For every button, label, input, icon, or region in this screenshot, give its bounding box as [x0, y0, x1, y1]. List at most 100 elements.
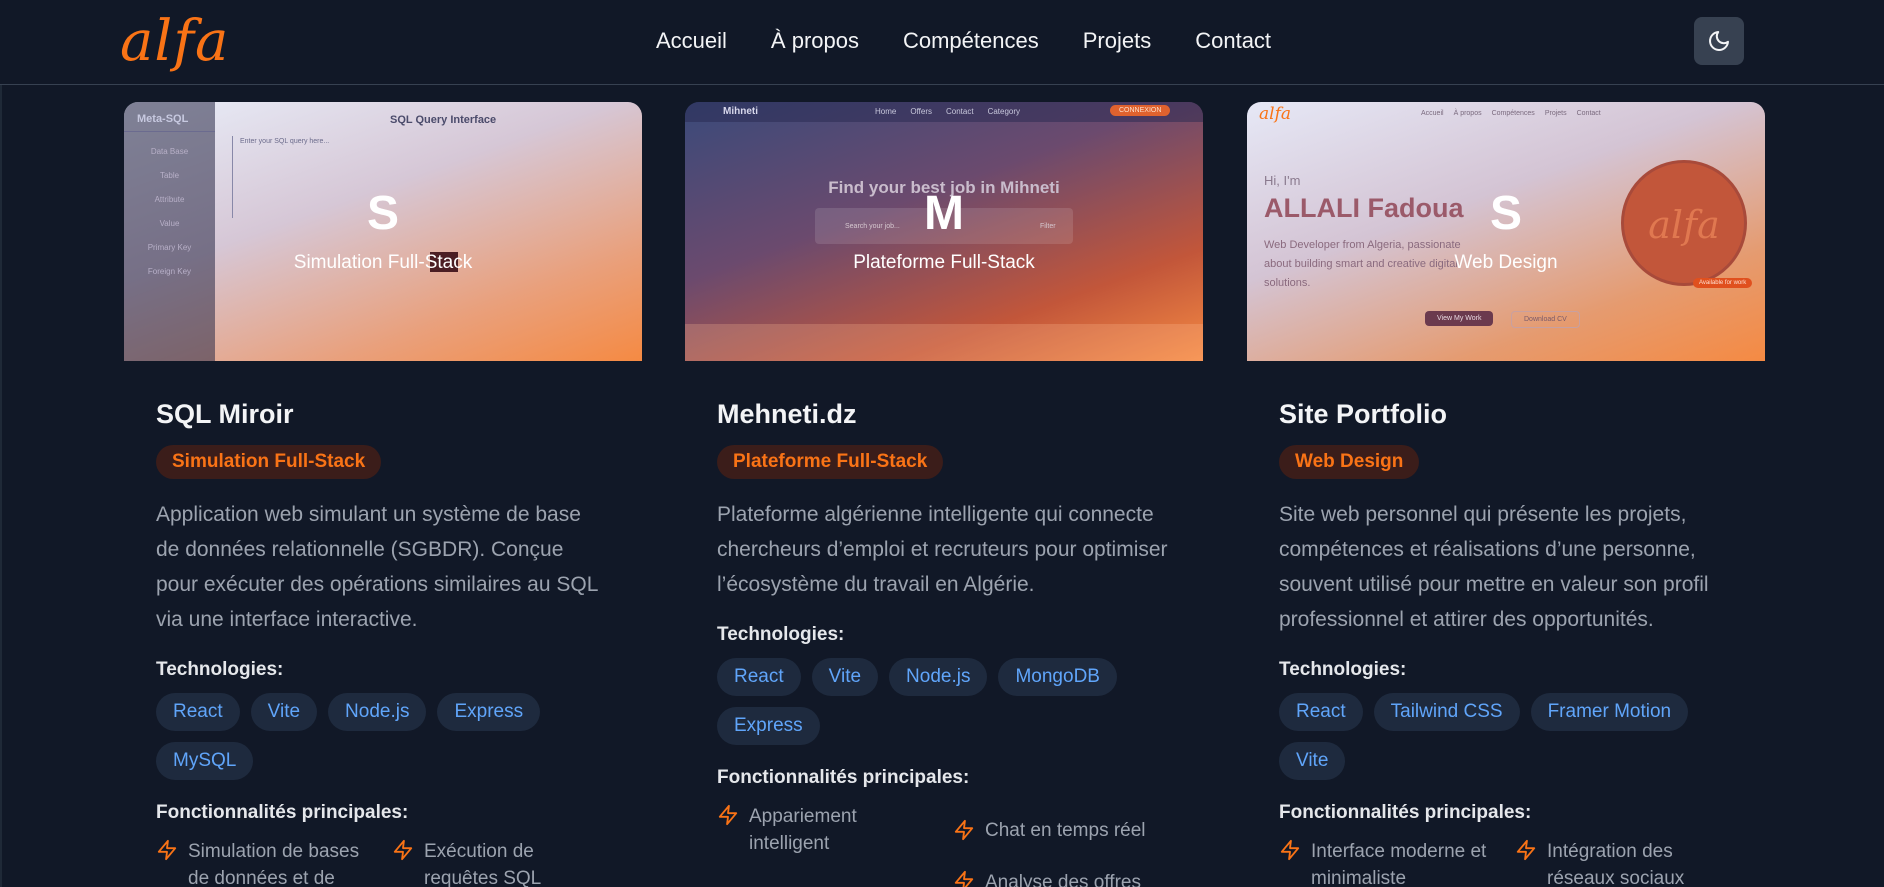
tech-tag: Tailwind CSS [1373, 693, 1520, 731]
thumbnail-category: Web Design [1454, 252, 1558, 273]
tech-tag: MongoDB [998, 658, 1117, 696]
tech-tag: Vite [1279, 742, 1346, 780]
features-label: Fonctionnalités principales: [156, 802, 409, 823]
technologies-label: Technologies: [156, 659, 284, 680]
mock-bottom-strip [685, 324, 1203, 361]
project-thumbnail[interactable]: Meta-SQL Data Base Table Attribute Value… [124, 102, 642, 361]
thumbnail-category: Simulation Full-Stack [293, 252, 473, 273]
mock-connexion-button: CONNEXION [1110, 105, 1171, 116]
project-title: SQL Miroir [156, 399, 294, 429]
mock-menu-item: Primary Key [147, 243, 192, 252]
card-body: Mehneti.dz Plateforme Full-Stack Platefo… [685, 396, 1203, 887]
project-description: Site web personnel qui présente les proj… [1279, 503, 1709, 631]
mock-menu-item: Data Base [150, 147, 189, 156]
mock-nav: Home Offers Contact Category [875, 107, 1020, 116]
tech-tag: MySQL [156, 742, 254, 780]
mock-logo: alfa [1259, 104, 1291, 124]
feature-item: Appariement intelligent [717, 803, 935, 857]
lightning-icon [393, 839, 413, 861]
theme-toggle-button[interactable] [1694, 17, 1744, 65]
card-body: Site Portfolio Web Design Site web perso… [1247, 396, 1765, 887]
feature-item: Chat en temps réel [953, 803, 1171, 857]
nav-competences[interactable]: Compétences [903, 26, 1039, 56]
mock-nav-item: Category [987, 107, 1021, 116]
mock-nav: Accueil À propos Compétences Projets Con… [1421, 110, 1601, 117]
thumbnail-category: Plateforme Full-Stack [853, 252, 1035, 273]
category-badge: Web Design [1279, 445, 1420, 479]
tech-tag: Framer Motion [1530, 693, 1689, 731]
feature-item: Simulation de bases de données et de tab… [156, 838, 374, 887]
lightning-icon [954, 870, 974, 887]
tech-tags: React Vite Node.js Express MySQL [156, 693, 610, 780]
technologies-label: Technologies: [1279, 659, 1407, 680]
mock-view-work-button: View My Work [1425, 311, 1494, 326]
project-title: Mehneti.dz [717, 399, 857, 429]
mock-header: SQL Query Interface [390, 114, 497, 126]
lightning-icon [1280, 839, 1300, 861]
project-card-portfolio: alfa Accueil À propos Compétences Projet… [1247, 102, 1765, 887]
tech-tag: React [156, 693, 240, 731]
nav-a-propos[interactable]: À propos [771, 26, 859, 56]
feature-item: Intégration des réseaux sociaux [1515, 838, 1733, 887]
mock-nav-item: Offers [910, 107, 932, 116]
mock-nav-item: À propos [1453, 110, 1482, 117]
logo[interactable]: alfa [120, 12, 229, 72]
feature-text: Intégration des réseaux sociaux [1547, 841, 1685, 887]
mock-download-cv-button: Download CV [1511, 311, 1580, 328]
feature-text: Analyse des offres [985, 872, 1141, 887]
features-list: Interface moderne et minimaliste Intégra… [1279, 838, 1733, 887]
project-card-sql-miroir: Meta-SQL Data Base Table Attribute Value… [124, 102, 642, 887]
mock-brand: Meta-SQL [124, 102, 215, 132]
tech-tag: Express [437, 693, 541, 731]
project-description: Plateforme algérienne intelligente qui c… [717, 503, 1168, 596]
lightning-icon [954, 819, 974, 841]
features-label: Fonctionnalités principales: [1279, 802, 1532, 823]
thumbnail-initial: S [366, 187, 399, 240]
project-thumbnail[interactable]: Mihneti Home Offers Contact Category CON… [685, 102, 1203, 361]
project-description: Application web simulant un système de b… [156, 503, 598, 631]
feature-text: Chat en temps réel [985, 819, 1146, 841]
mock-menu-item: Table [159, 171, 180, 180]
nav-contact[interactable]: Contact [1195, 26, 1271, 56]
features-list: Appariement intelligent Chat en temps ré… [717, 803, 1171, 887]
tech-tags: React Tailwind CSS Framer Motion Vite [1279, 693, 1733, 780]
lightning-icon [157, 839, 177, 861]
mock-nav-item: Contact [945, 107, 974, 116]
lightning-icon [1516, 839, 1536, 861]
mock-brand: Mihneti [723, 106, 758, 117]
card-body: SQL Miroir Simulation Full-Stack Applica… [124, 396, 642, 887]
nav-projets[interactable]: Projets [1083, 26, 1151, 56]
nav-accueil[interactable]: Accueil [656, 26, 727, 56]
mock-nav-item: Contact [1576, 110, 1601, 117]
feature-text: Appariement intelligent [749, 806, 857, 854]
lightning-icon [718, 804, 738, 826]
feature-text: Interface moderne et minimaliste [1311, 841, 1487, 887]
tech-tags: React Vite Node.js MongoDB Express [717, 658, 1171, 745]
feature-text: Exécution de requêtes SQL [424, 841, 542, 887]
tech-tag: Node.js [889, 658, 988, 696]
moon-icon [1709, 31, 1729, 51]
site-header: alfa Accueil À propos Compétences Projet… [0, 0, 1884, 85]
tech-tag: Vite [250, 693, 318, 731]
tech-tag: Express [717, 707, 820, 745]
mock-nav-item: Accueil [1421, 110, 1444, 117]
window-border [0, 0, 2, 887]
mock-nav-item: Home [875, 107, 897, 116]
feature-item: Interface moderne et minimaliste [1279, 838, 1497, 887]
mock-available-chip: Available for work [1693, 278, 1753, 288]
feature-text: Simulation de bases de données et de tab… [188, 841, 360, 887]
project-title: Site Portfolio [1279, 399, 1447, 429]
mock-nav-item: Projets [1544, 110, 1567, 117]
thumbnail-initial: S [1489, 187, 1522, 240]
category-badge: Simulation Full-Stack [156, 445, 382, 479]
features-list: Simulation de bases de données et de tab… [156, 838, 610, 887]
mock-nav-item: Compétences [1491, 110, 1535, 117]
feature-item: Analyse des offres [953, 869, 1171, 887]
project-thumbnail[interactable]: alfa Accueil À propos Compétences Projet… [1247, 102, 1765, 361]
mock-placeholder: Enter your SQL query here... [240, 138, 330, 145]
main-nav: Accueil À propos Compétences Projets Con… [656, 26, 1271, 56]
project-card-mehneti: Mihneti Home Offers Contact Category CON… [685, 102, 1203, 887]
features-label: Fonctionnalités principales: [717, 767, 970, 788]
category-badge: Plateforme Full-Stack [717, 445, 944, 479]
technologies-label: Technologies: [717, 624, 845, 645]
